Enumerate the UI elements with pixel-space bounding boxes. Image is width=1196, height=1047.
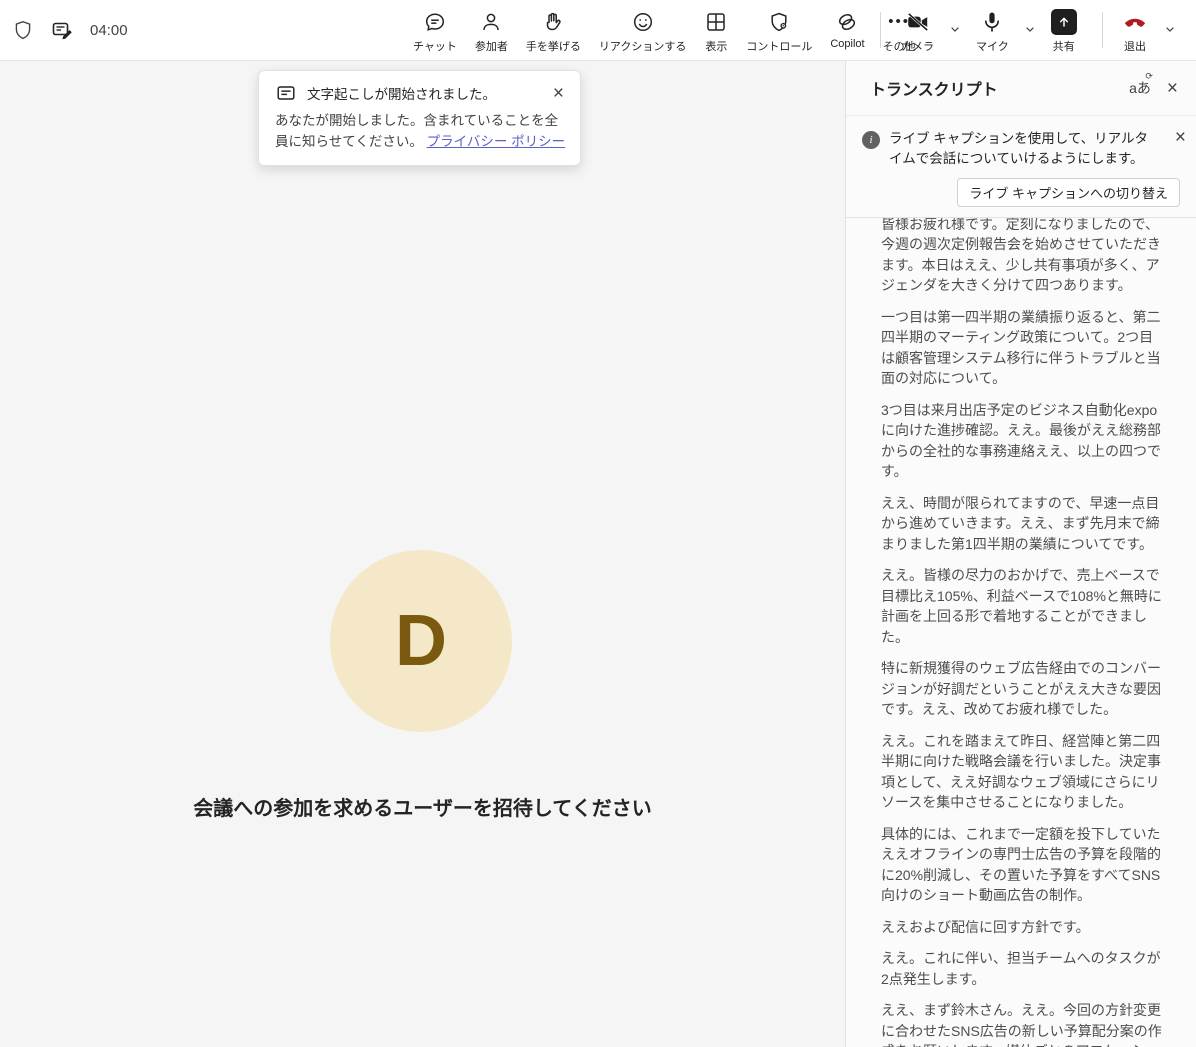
transcription-started-toast: 文字起こしが開始されました。 × あなたが開始しました。含まれていることを全員に…: [258, 70, 581, 166]
chat-label: チャット: [413, 38, 457, 54]
transcript-paragraph: 一つ目は第一四半期の業績振り返ると、第二四半期のマーティング政策について。2つ目…: [881, 307, 1162, 389]
transcription-active-icon: [50, 18, 74, 42]
meeting-timer: 04:00: [90, 22, 128, 39]
chat-icon: [423, 9, 447, 35]
transcript-panel-header: トランスクリプト aあ⟳ ×: [846, 61, 1196, 116]
react-button[interactable]: リアクションする: [590, 9, 695, 54]
close-icon: ×: [1167, 78, 1178, 99]
control-label: コントロール: [746, 38, 812, 54]
camera-options-chevron[interactable]: [943, 21, 967, 37]
toolbar-center-group: チャット 参加者 手を挙げる: [404, 9, 925, 54]
transcript-paragraph: 具体的には、これまで一定額を投下していたええオフラインの専門士広告の予算を段階的…: [881, 824, 1162, 906]
view-grid-icon: [704, 9, 728, 35]
translation-arrow-icon: ⟳: [1145, 71, 1153, 82]
shield-icon: [12, 19, 34, 41]
leave-options-chevron[interactable]: [1158, 21, 1182, 37]
mic-label: マイク: [976, 38, 1009, 54]
chevron-down-icon: [947, 21, 963, 37]
live-captions-banner: i ライブ キャプションを使用して、リアルタイムで会話についていけるようにします…: [846, 116, 1196, 218]
transcript-panel: トランスクリプト aあ⟳ × i ライブ キャプションを使用して、リアルタイムで…: [845, 61, 1196, 1047]
camera-button[interactable]: カメラ: [892, 9, 943, 54]
raise-hand-label: 手を挙げる: [526, 38, 581, 54]
transcript-icon: [275, 82, 297, 104]
live-captions-banner-text: ライブ キャプションを使用して、リアルタイムで会話についていけるようにします。: [889, 129, 1151, 170]
hang-up-phone-icon: [1121, 9, 1149, 35]
close-icon: ×: [1175, 127, 1186, 148]
transcript-panel-title: トランスクリプト: [870, 76, 1129, 100]
avatar: D: [330, 550, 512, 732]
mic-button[interactable]: マイク: [967, 9, 1018, 54]
participants-button[interactable]: 参加者: [466, 9, 517, 54]
transcript-content[interactable]: 皆様お疲れ様です。定刻になりましたので、今週の週次定例報告会を始めさせていただき…: [846, 218, 1196, 1047]
copilot-icon: [835, 9, 859, 35]
control-shield-gear-icon: [767, 9, 791, 35]
participants-icon: [479, 9, 503, 35]
toolbar-divider: [1102, 12, 1103, 48]
camera-label: カメラ: [901, 38, 934, 54]
raise-hand-icon: [541, 9, 565, 35]
share-screen-icon: [1051, 9, 1077, 35]
control-button[interactable]: コントロール: [737, 9, 821, 54]
participants-label: 参加者: [475, 38, 508, 54]
transcript-paragraph: 特に新規獲得のウェブ広告経由でのコンバージョンが好調だということがええ大きな要因…: [881, 658, 1162, 720]
transcript-paragraph: ええおよび配信に回す方針です。: [881, 917, 1162, 938]
camera-off-icon: [905, 9, 931, 35]
reaction-smiley-icon: [631, 9, 655, 35]
transcript-panel-close-button[interactable]: ×: [1165, 79, 1180, 98]
transcript-paragraph: 皆様お疲れ様です。定刻になりましたので、今週の週次定例報告会を始めさせていただき…: [881, 218, 1162, 296]
meeting-stage: D 会議への参加を求めるユーザーを招待してください: [0, 61, 845, 1047]
leave-label: 退出: [1124, 38, 1146, 54]
transcript-paragraph: ええ。皆様の尽力のおかげで、売上ベースで目標比え105%、利益ベースで108%と…: [881, 565, 1162, 647]
info-icon: i: [862, 131, 880, 149]
privacy-policy-link[interactable]: プライバシー ポリシー: [427, 134, 565, 149]
transcript-paragraph: ええ、時間が限られてますので、早速一点目から進めていきます。ええ、まず先月末で締…: [881, 493, 1162, 555]
transcript-paragraph: 3つ目は来月出店予定のビジネス自動化expoに向けた進捗確認。ええ。最後がええ総…: [881, 400, 1162, 482]
switch-to-live-captions-button[interactable]: ライブ キャプションへの切り替え: [957, 178, 1180, 207]
toolbar-leave-group: 退出: [1112, 9, 1182, 54]
copilot-button[interactable]: Copilot: [821, 9, 873, 50]
copilot-label: Copilot: [830, 38, 864, 50]
banner-close-button[interactable]: ×: [1173, 128, 1188, 147]
leave-button[interactable]: 退出: [1112, 9, 1158, 54]
toast-close-button[interactable]: ×: [551, 84, 566, 103]
toolbar-left-group: 04:00: [12, 0, 128, 60]
view-label: 表示: [705, 38, 727, 54]
chevron-down-icon: [1162, 21, 1178, 37]
invite-message: 会議への参加を求めるユーザーを招待してください: [0, 792, 845, 821]
translation-icon: aあ: [1129, 80, 1151, 96]
meeting-toolbar: 04:00 チャット 参加者: [0, 0, 1196, 61]
mic-options-chevron[interactable]: [1018, 21, 1042, 37]
raise-hand-button[interactable]: 手を挙げる: [517, 9, 590, 54]
chat-button[interactable]: チャット: [404, 9, 466, 54]
share-button[interactable]: 共有: [1042, 9, 1086, 54]
chevron-down-icon: [1022, 21, 1038, 37]
share-label: 共有: [1053, 38, 1075, 54]
react-label: リアクションする: [599, 38, 686, 54]
transcript-paragraph: ええ。これを踏まえて昨日、経営陣と第二四半期に向けた戦略会議を行いました。決定事…: [881, 731, 1162, 813]
transcript-paragraph: ええ。これに伴い、担当チームへのタスクが2点発生します。: [881, 948, 1162, 989]
toast-title: 文字起こしが開始されました。: [307, 83, 541, 103]
toolbar-device-group: カメラ マイク: [892, 9, 1086, 54]
close-icon: ×: [553, 83, 564, 104]
microphone-icon: [979, 9, 1005, 35]
transcript-paragraph: ええ、まず鈴木さん。ええ。今回の方針変更に合わせたSNS広告の新しい予算配分案の…: [881, 1000, 1162, 1047]
view-button[interactable]: 表示: [695, 9, 737, 54]
translate-button[interactable]: aあ⟳: [1129, 78, 1151, 98]
toolbar-divider: [880, 12, 881, 48]
